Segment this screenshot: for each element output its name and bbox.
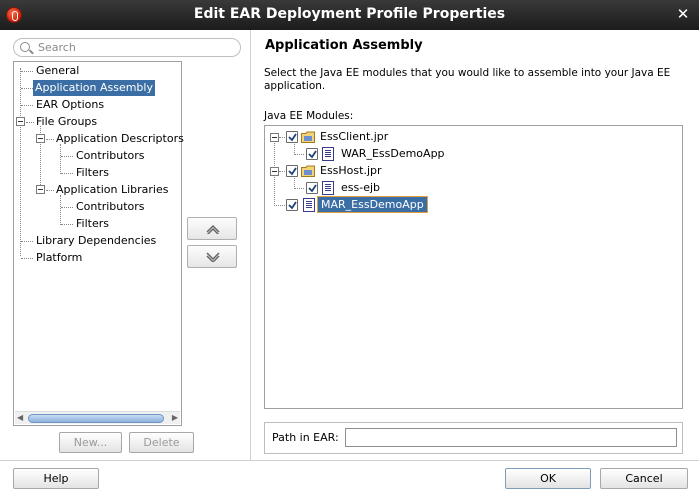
nav-item-ear-options[interactable]: EAR Options (34, 97, 106, 113)
scroll-right-icon[interactable]: ▶ (172, 413, 178, 422)
module-item-mar-essdemoapp[interactable]: MAR_EssDemoApp (317, 196, 428, 213)
document-icon (322, 147, 334, 161)
delete-button[interactable]: Delete (129, 432, 194, 453)
move-up-icon (206, 224, 220, 234)
module-item-ess-ejb[interactable]: ess-ejb (338, 180, 383, 197)
folder-icon (301, 165, 315, 177)
tree-line (274, 205, 285, 206)
tree-line (21, 258, 33, 259)
document-icon (303, 198, 315, 212)
new-button-label: New... (73, 436, 108, 449)
collapse-icon[interactable] (36, 134, 45, 143)
tree-line (60, 195, 61, 225)
path-in-ear-field[interactable] (345, 428, 677, 447)
delete-button-label: Delete (143, 436, 180, 449)
nav-item-contributors[interactable]: Contributors (74, 199, 147, 215)
ok-button-label: OK (540, 472, 556, 485)
tree-line (26, 122, 34, 123)
page-title: Application Assembly (265, 38, 423, 53)
module-item-esshost[interactable]: EssHost.jpr (317, 163, 385, 180)
window-title: Edit EAR Deployment Profile Properties (193, 6, 506, 22)
tree-line (21, 88, 33, 89)
path-in-ear-label: Path in EAR: (272, 431, 339, 444)
modules-label: Java EE Modules: (264, 110, 354, 122)
title-bar: Edit EAR Deployment Profile Properties ✕ (0, 0, 699, 30)
nav-item-filters[interactable]: Filters (74, 216, 111, 232)
document-icon (322, 181, 334, 195)
tree-line (294, 188, 304, 189)
collapse-icon[interactable] (270, 133, 279, 142)
nav-item-application-descriptors[interactable]: Application Descriptors (54, 131, 186, 147)
nav-item-general[interactable]: General (34, 63, 81, 79)
cancel-button[interactable]: Cancel (600, 468, 688, 489)
cancel-button-label: Cancel (625, 472, 663, 485)
nav-item-contributors[interactable]: Contributors (74, 148, 147, 164)
move-down-icon (206, 252, 220, 262)
tree-line (294, 154, 304, 155)
footer-divider (0, 460, 699, 461)
nav-item-filters[interactable]: Filters (74, 165, 111, 181)
help-button[interactable]: Help (13, 468, 99, 489)
folder-icon (301, 131, 315, 143)
tree-line (61, 156, 73, 157)
checkbox-icon[interactable] (306, 148, 318, 160)
help-button-label: Help (43, 472, 69, 485)
scroll-left-icon[interactable]: ◀ (17, 413, 23, 422)
tree-line (20, 68, 21, 256)
nav-item-application-assembly[interactable]: Application Assembly (33, 80, 155, 96)
checkbox-icon[interactable] (286, 199, 298, 211)
module-item-essclient[interactable]: EssClient.jpr (317, 129, 391, 146)
collapse-icon[interactable] (16, 117, 25, 126)
collapse-icon[interactable] (270, 167, 279, 176)
tree-line (46, 139, 54, 140)
collapse-icon[interactable] (36, 185, 45, 194)
nav-item-library-dependencies[interactable]: Library Dependencies (34, 233, 158, 249)
search-input[interactable] (38, 40, 234, 55)
checkbox-icon[interactable] (286, 131, 298, 143)
nav-item-file-groups[interactable]: File Groups (34, 114, 99, 130)
move-up-button[interactable] (187, 217, 237, 240)
navigation-tree[interactable]: General Application Assembly EAR Options… (13, 61, 184, 426)
scrollbar-thumb[interactable] (28, 414, 164, 423)
page-description: Select the Java EE modules that you woul… (264, 67, 671, 92)
vertical-divider (250, 30, 251, 460)
nav-item-platform[interactable]: Platform (34, 250, 84, 266)
nav-item-application-libraries[interactable]: Application Libraries (54, 182, 170, 198)
new-button[interactable]: New... (59, 432, 122, 453)
path-in-ear-group: Path in EAR: (264, 422, 683, 454)
module-item-war-essdemoapp[interactable]: WAR_EssDemoApp (338, 146, 448, 163)
tree-line (61, 173, 73, 174)
tree-line (46, 190, 54, 191)
checkbox-icon[interactable] (286, 165, 298, 177)
tree-line (60, 144, 61, 174)
search-box[interactable] (13, 38, 241, 57)
ok-button[interactable]: OK (505, 468, 591, 489)
tree-line (21, 241, 33, 242)
move-down-button[interactable] (187, 245, 237, 268)
horizontal-scrollbar[interactable]: ◀ ▶ (15, 411, 180, 424)
modules-tree[interactable]: EssClient.jpr WAR_EssDemoApp EssHost.jpr… (264, 125, 683, 409)
search-icon (20, 42, 30, 52)
tree-line (21, 71, 33, 72)
tree-line (21, 105, 33, 106)
tree-line (61, 224, 73, 225)
checkbox-icon[interactable] (306, 182, 318, 194)
tree-line (61, 207, 73, 208)
close-icon[interactable]: ✕ (675, 6, 691, 22)
